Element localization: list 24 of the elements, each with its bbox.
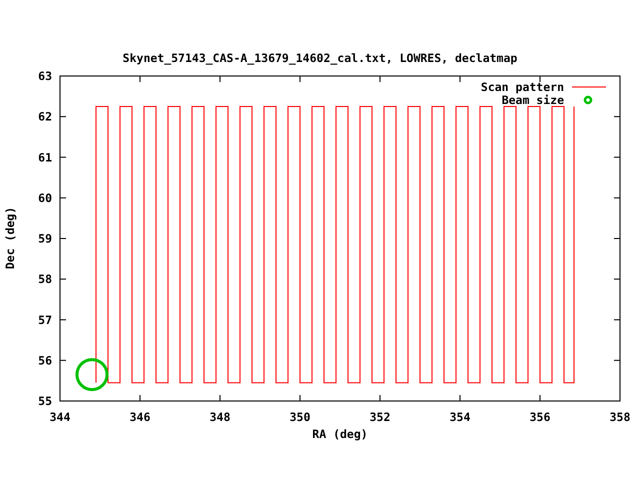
axis-tick-label: 60: [38, 190, 52, 205]
legend-marker: [584, 96, 592, 104]
axis-tick-label: 56: [38, 353, 52, 368]
axis-tick-label: 346: [130, 410, 150, 424]
legend-label: Scan pattern: [480, 80, 564, 94]
axis-tick-label: 348: [210, 410, 230, 424]
legend-label: Beam size: [502, 93, 564, 107]
axis-tick-label: 358: [610, 410, 630, 424]
axis-tick-label: 356: [530, 410, 550, 424]
axis-tick-label: 61: [38, 150, 52, 164]
axis-tick-label: 55: [38, 394, 52, 408]
axis-tick-label: 59: [38, 232, 52, 246]
axis-tick-label: 344: [50, 410, 70, 424]
axis-tick-label: 58: [38, 272, 52, 286]
legend-line: [572, 86, 606, 88]
axis-tick-label: 352: [370, 410, 390, 424]
axis-tick-label: 62: [38, 110, 52, 124]
axis-tick-label: 63: [38, 69, 52, 83]
axis-title: Dec (deg): [3, 206, 17, 270]
axis-title: RA (deg): [312, 427, 368, 441]
axis-tick-label: 350: [290, 410, 310, 424]
axis-tick-label: 354: [450, 410, 470, 424]
chart-title: Skynet_57143_CAS-A_13679_14602_cal.txt, LOWRES, declatmap: [122, 51, 518, 65]
axis-tick-label: 57: [38, 312, 52, 327]
